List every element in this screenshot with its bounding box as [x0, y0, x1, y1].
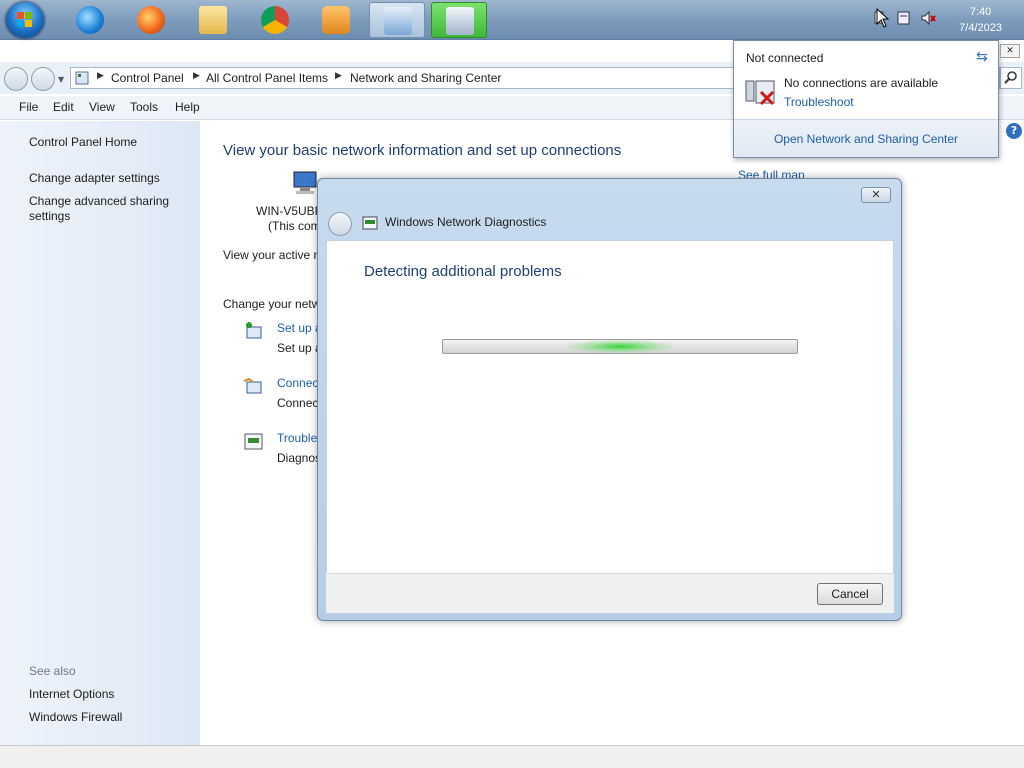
troubleshoot-icon	[244, 433, 263, 450]
dialog-footer: Cancel	[326, 573, 894, 613]
page-title: View your basic network information and …	[223, 142, 622, 159]
setup-connection-link[interactable]: Set up a	[277, 321, 322, 335]
action-center-icon[interactable]	[896, 10, 912, 26]
cancel-button[interactable]: Cancel	[817, 583, 883, 605]
help-icon[interactable]: ?	[1006, 123, 1022, 139]
progress-marquee	[566, 340, 674, 353]
flyout-header: Not connected	[746, 51, 824, 65]
breadcrumb-separator: ▶	[193, 71, 200, 81]
menu-view[interactable]: View	[89, 100, 115, 114]
mouse-cursor-icon	[876, 8, 890, 28]
search-icon	[1004, 71, 1017, 84]
connect-network-icon	[243, 377, 262, 394]
see-also-label: See also	[29, 664, 76, 678]
change-advanced-sharing-link[interactable]: Change advanced sharing settings	[29, 194, 189, 224]
speaker-muted-icon[interactable]	[920, 10, 936, 26]
breadcrumb-separator: ▶	[335, 71, 342, 81]
change-network-settings-label: Change your netw	[223, 297, 321, 311]
connect-network-link[interactable]: Connec	[277, 376, 318, 390]
clock-time: 7:40	[969, 6, 992, 18]
taskbar-control-panel[interactable]	[369, 2, 425, 38]
taskbar-media-player[interactable]	[308, 2, 364, 38]
menu-tools[interactable]: Tools	[130, 100, 158, 114]
clock-date: 7/4/2023	[959, 22, 1002, 34]
windows-flag-icon	[17, 12, 32, 27]
taskbar: 7:40 7/4/2023	[0, 0, 1024, 40]
progress-bar	[442, 339, 798, 354]
network-diagnostics-icon	[446, 7, 474, 35]
troubleshoot-desc: Diagnos	[277, 451, 322, 465]
taskbar-internet-explorer[interactable]	[62, 2, 118, 38]
flyout-troubleshoot-link[interactable]: Troubleshoot	[784, 95, 854, 109]
forward-button[interactable]	[31, 67, 55, 91]
taskbar-firefox[interactable]	[123, 2, 179, 38]
network-error-icon	[745, 80, 775, 106]
computer-subtitle: (This com	[268, 219, 321, 233]
dialog-close-button[interactable]: ✕	[861, 187, 891, 203]
network-diagnostics-icon	[362, 216, 378, 230]
internet-options-link[interactable]: Internet Options	[29, 687, 114, 702]
flyout-message: No connections are available	[784, 76, 939, 90]
change-adapter-settings-link[interactable]: Change adapter settings	[29, 171, 160, 186]
status-bar	[0, 745, 1024, 768]
breadcrumb-control-panel[interactable]: Control Panel	[111, 71, 184, 85]
connect-network-desc: Connec	[277, 396, 319, 410]
chrome-icon	[261, 6, 289, 34]
breadcrumb-separator: ▶	[97, 71, 104, 81]
dialog-title: Windows Network Diagnostics	[385, 215, 547, 229]
taskbar-file-explorer[interactable]	[185, 2, 241, 38]
dialog-back-button[interactable]	[328, 212, 352, 236]
setup-connection-desc: Set up a	[277, 341, 322, 355]
search-button[interactable]	[1000, 67, 1022, 89]
start-button[interactable]	[6, 2, 44, 38]
clock[interactable]: 7:40 7/4/2023	[959, 4, 1002, 36]
control-panel-small-icon	[75, 71, 89, 85]
taskbar-network-diagnostics[interactable]	[431, 2, 487, 38]
view-active-networks-label: View your active n	[223, 248, 321, 262]
recent-pages-dropdown[interactable]: ▼	[58, 75, 64, 84]
computer-icon	[293, 171, 317, 194]
window-close-button[interactable]: ✕	[1000, 44, 1020, 58]
network-flyout: Not connected ⇆ No connections are avail…	[733, 40, 999, 158]
back-button[interactable]	[4, 67, 28, 91]
control-panel-home-link[interactable]: Control Panel Home	[29, 135, 137, 150]
computer-name: WIN-V5UBF	[256, 204, 322, 218]
refresh-icon[interactable]: ⇆	[976, 49, 992, 65]
breadcrumb-network-center[interactable]: Network and Sharing Center	[350, 71, 501, 85]
open-network-center-link[interactable]: Open Network and Sharing Center	[734, 132, 998, 146]
folder-icon	[199, 6, 227, 34]
dialog-heading: Detecting additional problems	[364, 263, 562, 280]
internet-explorer-icon	[76, 6, 104, 34]
setup-connection-icon	[246, 322, 262, 339]
dialog-body: Detecting additional problems	[326, 240, 894, 575]
firefox-icon	[137, 6, 165, 34]
menu-edit[interactable]: Edit	[53, 100, 74, 114]
media-player-icon	[322, 6, 350, 34]
menu-file[interactable]: File	[19, 100, 38, 114]
windows-firewall-link[interactable]: Windows Firewall	[29, 710, 122, 725]
menu-help[interactable]: Help	[175, 100, 200, 114]
troubleshoot-link[interactable]: Trouble	[277, 431, 317, 445]
control-panel-icon	[384, 7, 412, 35]
breadcrumb-all-items[interactable]: All Control Panel Items	[206, 71, 328, 85]
network-diagnostics-dialog: ✕ Windows Network Diagnostics Detecting …	[317, 178, 902, 621]
flyout-footer: Open Network and Sharing Center	[734, 119, 998, 157]
taskbar-chrome[interactable]	[247, 2, 303, 38]
